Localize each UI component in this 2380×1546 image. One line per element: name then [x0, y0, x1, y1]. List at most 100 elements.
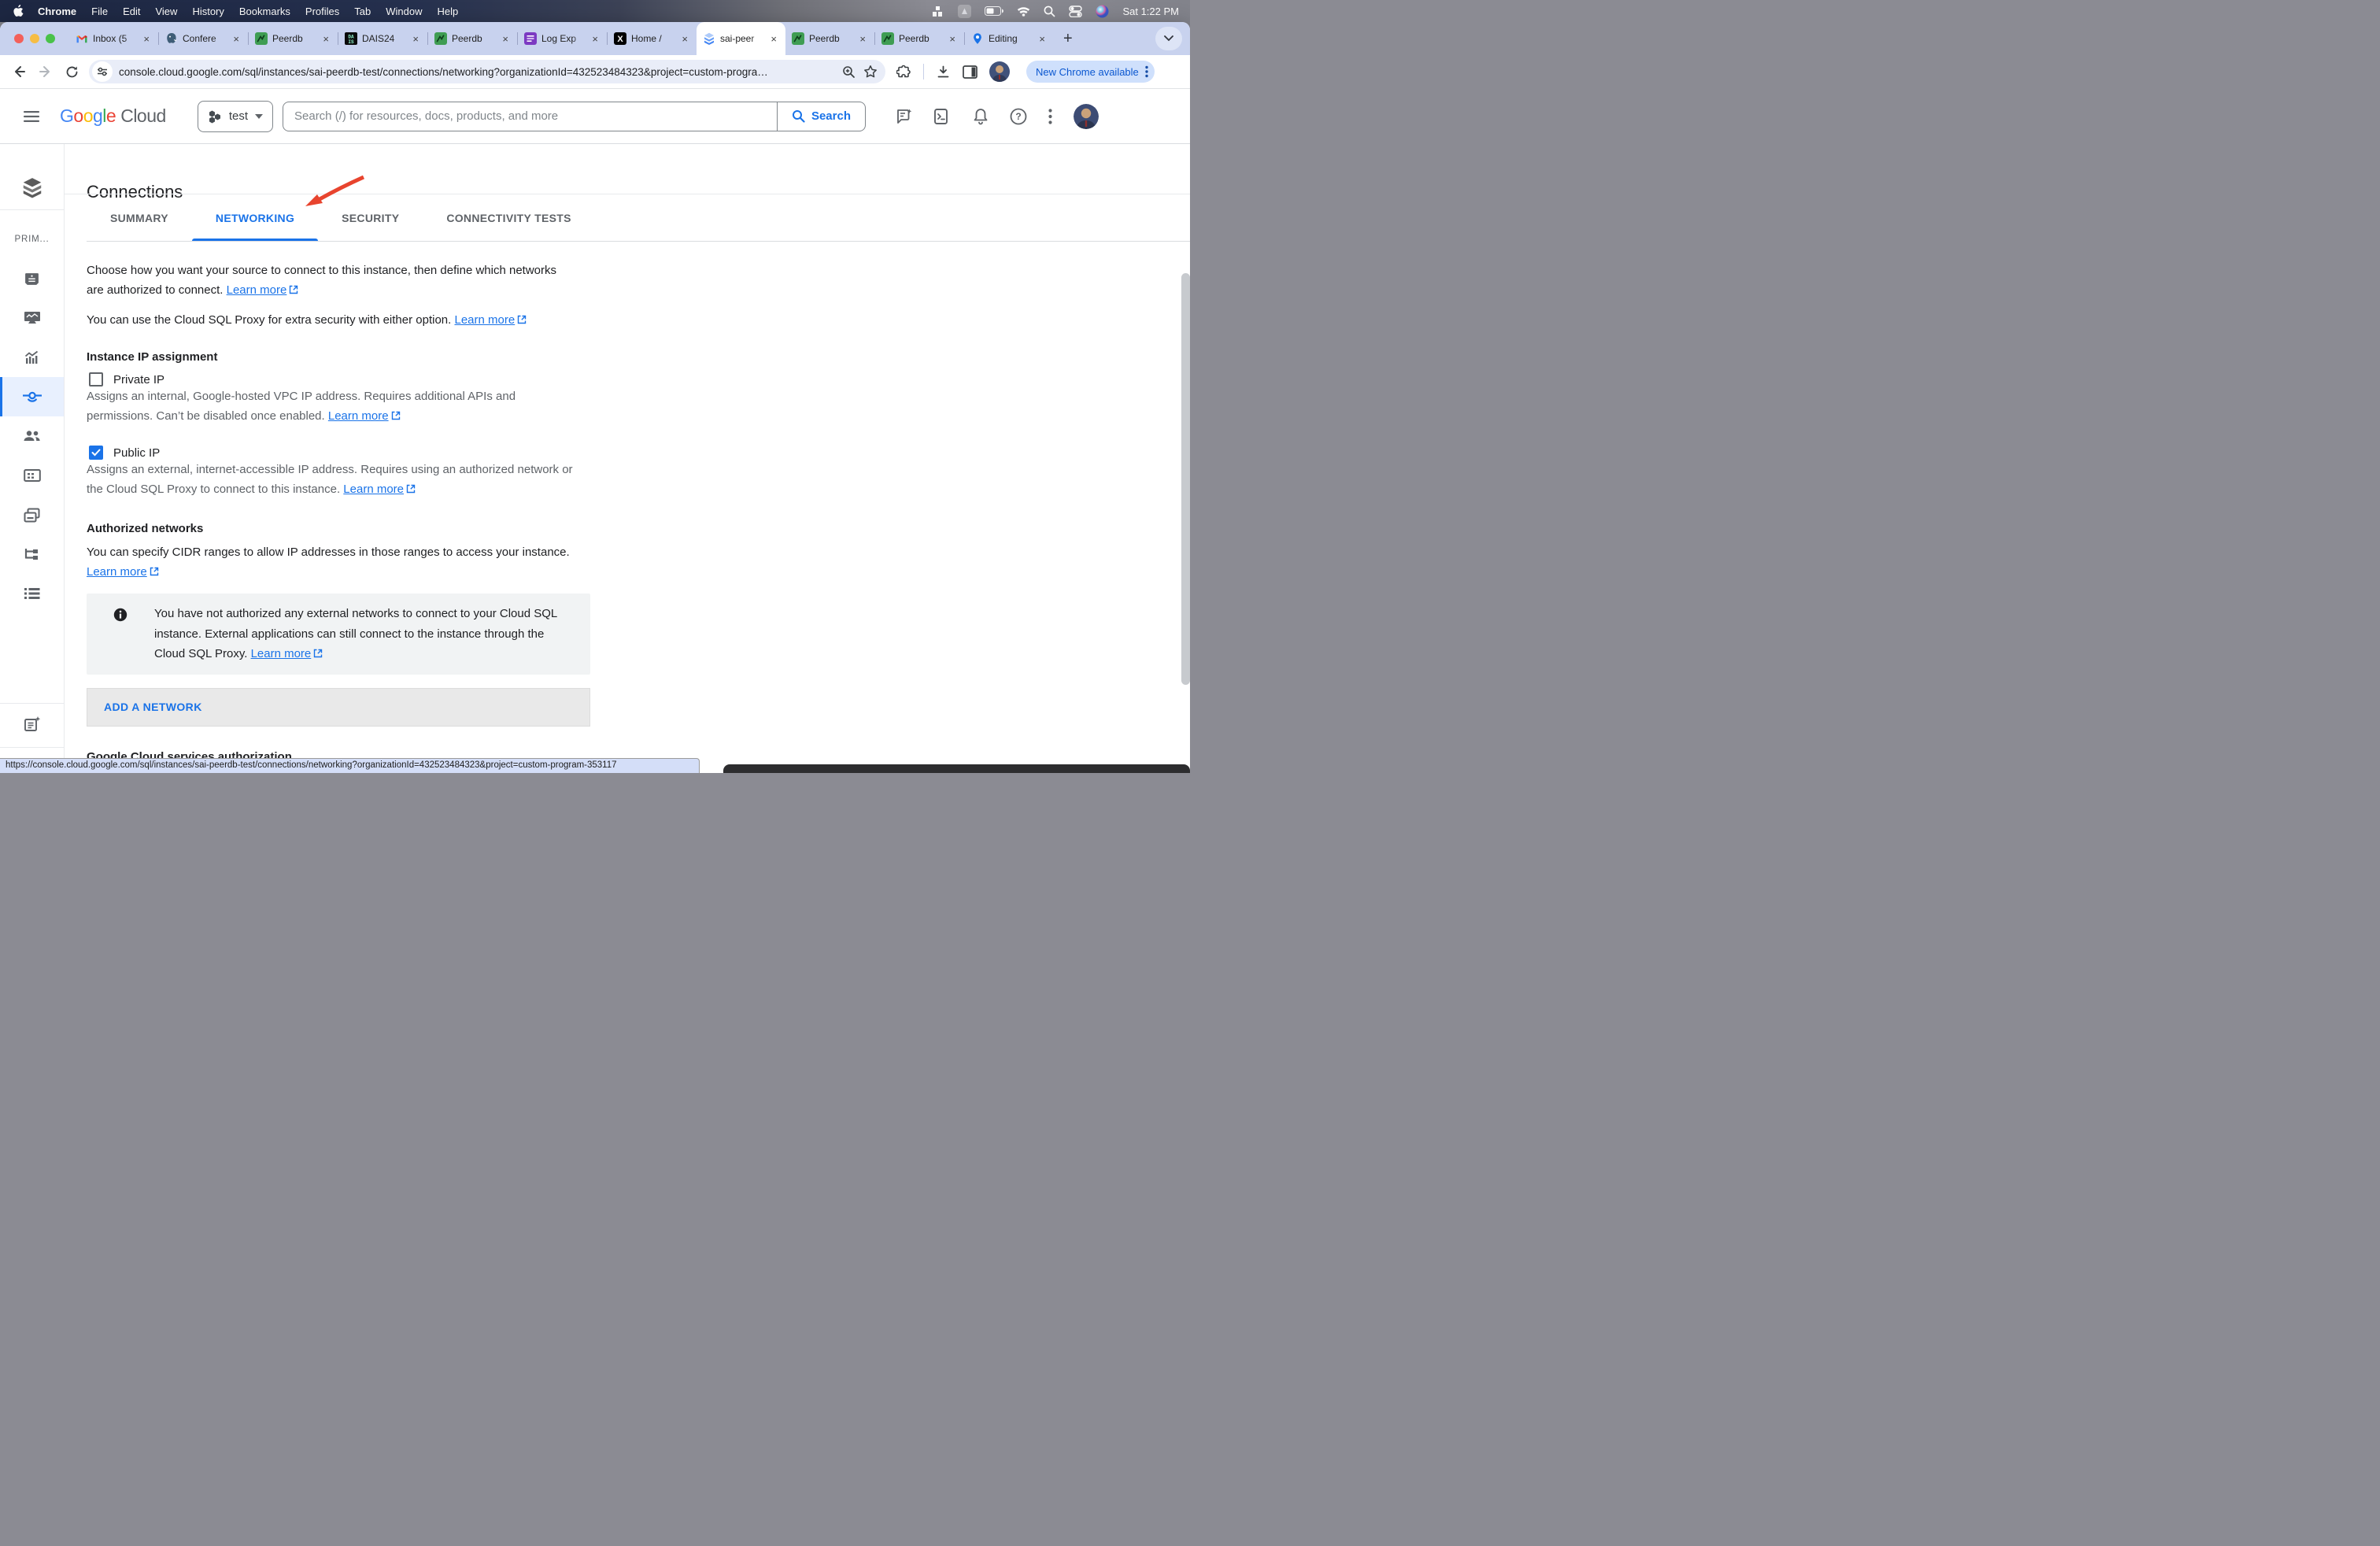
backups-icon [24, 508, 40, 523]
close-tab-icon[interactable]: × [768, 33, 779, 45]
google-cloud-logo[interactable]: Google Cloud [60, 105, 166, 127]
sidebar-item-replicas[interactable] [0, 534, 64, 574]
forward-icon[interactable] [38, 64, 54, 80]
site-settings-icon[interactable] [92, 61, 113, 82]
menu-profiles[interactable]: Profiles [305, 6, 339, 17]
close-tab-icon[interactable]: × [320, 33, 331, 45]
tab-summary[interactable]: SUMMARY [87, 194, 192, 241]
sidebar-item-query-insights[interactable] [0, 338, 64, 377]
reload-icon[interactable] [65, 65, 79, 80]
menu-bookmarks[interactable]: Bookmarks [239, 6, 290, 17]
sidebar-item-backups[interactable] [0, 495, 64, 534]
browser-tab-peerdb-2[interactable]: Peerdb × [428, 22, 517, 55]
learn-more-link[interactable]: Learn more [454, 313, 527, 327]
menu-file[interactable]: File [91, 6, 108, 17]
browser-tab-dais24[interactable]: DAIS DAIS24 × [338, 22, 427, 55]
siri-icon[interactable] [1096, 5, 1109, 18]
browser-tab-peerdb-1[interactable]: Peerdb × [249, 22, 338, 55]
menu-history[interactable]: History [192, 6, 224, 17]
control-center-icon[interactable] [1069, 6, 1082, 17]
download-icon[interactable] [936, 65, 951, 80]
minimize-window-button[interactable] [30, 34, 39, 43]
system-insights-icon [24, 310, 41, 326]
menu-chrome[interactable]: Chrome [38, 6, 76, 17]
search-input[interactable] [283, 109, 777, 123]
tab-networking[interactable]: NETWORKING [192, 194, 318, 241]
browser-tab-peerdb-4[interactable]: Peerdb × [875, 22, 964, 55]
menu-window[interactable]: Window [386, 6, 422, 17]
avatar[interactable] [1074, 104, 1099, 129]
learn-more-link[interactable]: Learn more [328, 409, 401, 423]
menu-edit[interactable]: Edit [123, 6, 140, 17]
close-tab-icon[interactable]: × [500, 33, 511, 45]
url-text[interactable]: console.cloud.google.com/sql/instances/s… [119, 66, 833, 78]
menu-view[interactable]: View [155, 6, 177, 17]
close-tab-icon[interactable]: × [857, 33, 868, 45]
new-chrome-available-button[interactable]: New Chrome available [1026, 61, 1155, 83]
close-window-button[interactable] [14, 34, 24, 43]
feedback-icon[interactable] [896, 108, 913, 125]
browser-tab-peerdb-3[interactable]: Peerdb × [785, 22, 874, 55]
close-tab-icon[interactable]: × [947, 33, 958, 45]
extensions-icon[interactable] [896, 65, 911, 80]
menu-tab[interactable]: Tab [354, 6, 371, 17]
close-tab-icon[interactable]: × [1037, 33, 1048, 45]
cloud-shell-icon[interactable] [934, 109, 952, 124]
stats-icon[interactable] [933, 6, 944, 17]
wifi-icon[interactable] [1017, 6, 1030, 17]
sidebar-item-databases[interactable] [0, 456, 64, 495]
browser-tab-x-home[interactable]: X Home / × [608, 22, 697, 55]
add-network-button[interactable]: ADD A NETWORK [87, 688, 590, 727]
bookmark-star-icon[interactable] [863, 65, 878, 79]
scrollbar-thumb[interactable] [1181, 273, 1190, 685]
help-icon[interactable]: ? [1010, 108, 1027, 125]
browser-tab-cloud-sql-active[interactable]: sai-peer × [697, 22, 785, 55]
pip-window-edge[interactable] [723, 764, 1190, 773]
browser-tab-inbox[interactable]: Inbox (5 × [69, 22, 158, 55]
hamburger-menu-icon[interactable] [24, 111, 39, 122]
browser-tab-log-explorer[interactable]: Log Exp × [518, 22, 607, 55]
private-ip-checkbox[interactable] [89, 372, 103, 386]
learn-more-link[interactable]: Learn more [251, 647, 323, 660]
sidebar-item-operations[interactable] [0, 574, 64, 613]
sidebar-item-connections[interactable] [0, 377, 64, 416]
tab-search-button[interactable] [1155, 27, 1182, 50]
apple-icon[interactable] [13, 5, 24, 17]
search-icon[interactable] [1044, 6, 1055, 17]
sidebar-item-overview[interactable] [0, 259, 64, 298]
console-search: Search [283, 102, 866, 131]
search-icon [792, 109, 805, 123]
side-panel-icon[interactable] [963, 65, 978, 79]
tab-connectivity-tests[interactable]: CONNECTIVITY TESTS [423, 194, 594, 241]
back-icon[interactable] [11, 64, 27, 80]
close-tab-icon[interactable]: × [679, 33, 690, 45]
notifications-bell-icon[interactable] [973, 108, 989, 125]
close-tab-icon[interactable]: × [231, 33, 242, 45]
learn-more-link[interactable]: Learn more [87, 565, 159, 579]
users-icon [23, 430, 41, 442]
close-tab-icon[interactable]: × [589, 33, 601, 45]
browser-tab-conference[interactable]: Confere × [159, 22, 248, 55]
close-tab-icon[interactable]: × [410, 33, 421, 45]
learn-more-link[interactable]: Learn more [227, 283, 299, 297]
new-tab-button[interactable]: + [1054, 30, 1082, 48]
sidebar-item-release-notes[interactable] [0, 705, 64, 744]
address-bar[interactable]: console.cloud.google.com/sql/instances/s… [89, 60, 885, 83]
public-ip-checkbox[interactable] [89, 446, 103, 460]
learn-more-link[interactable]: Learn more [343, 483, 416, 496]
zoom-window-button[interactable] [46, 34, 55, 43]
sidebar-item-system-insights[interactable] [0, 298, 64, 338]
more-vert-icon[interactable] [1048, 109, 1052, 124]
menu-clock[interactable]: Sat 1:22 PM [1122, 6, 1179, 17]
close-tab-icon[interactable]: × [141, 33, 152, 45]
sidebar-item-users[interactable] [0, 416, 64, 456]
zoom-icon[interactable] [841, 65, 856, 79]
browser-tab-editing[interactable]: Editing × [965, 22, 1054, 55]
tab-security[interactable]: SECURITY [318, 194, 423, 241]
avatar[interactable] [989, 61, 1010, 82]
battery-icon[interactable] [985, 6, 1003, 16]
search-button[interactable]: Search [777, 102, 865, 131]
menu-help[interactable]: Help [438, 6, 459, 17]
app-icon[interactable] [958, 5, 971, 18]
project-selector[interactable]: test [198, 101, 273, 132]
